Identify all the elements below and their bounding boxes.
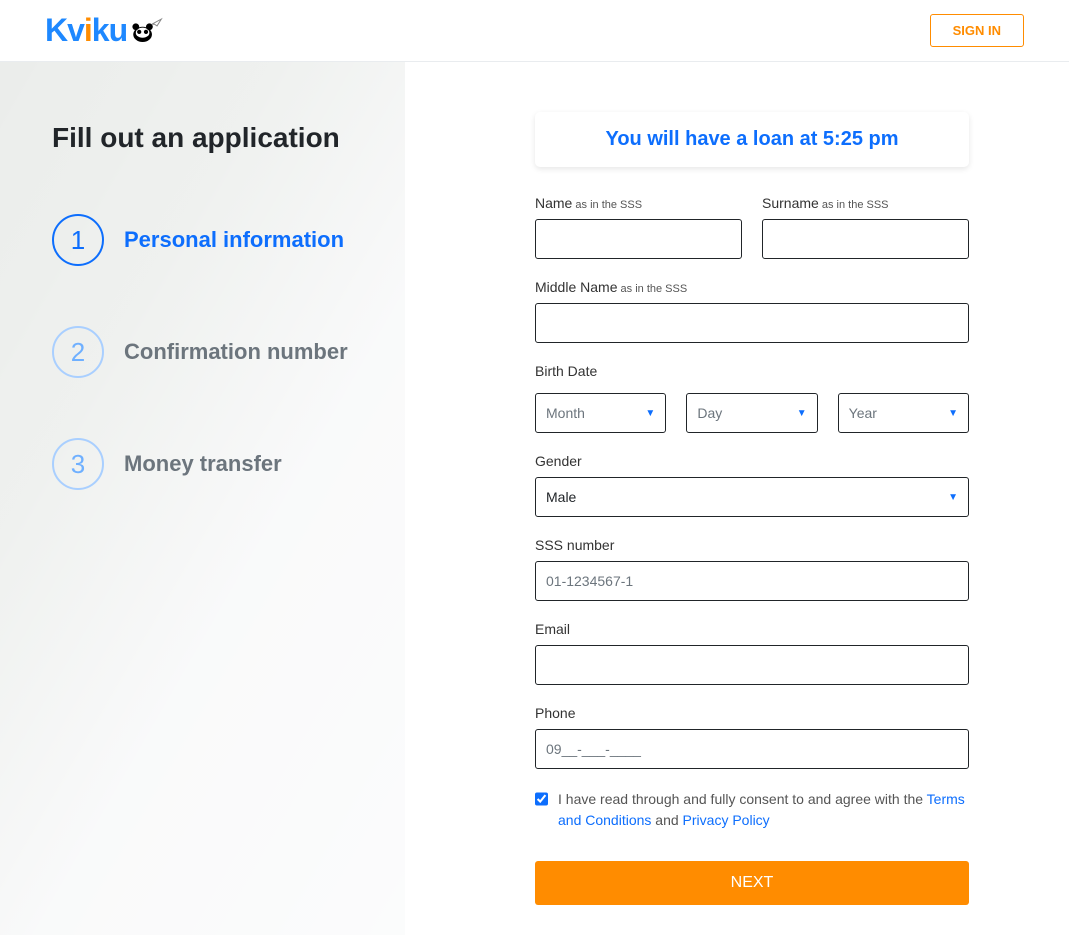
step-number-icon: 2 [52,326,104,378]
gender-label: Gender [535,453,969,469]
loan-time-banner: You will have a loan at 5:25 pm [535,112,969,167]
header: Kviku SIGN IN [0,0,1069,62]
email-input[interactable] [535,645,969,685]
surname-label: Surname as in the SSS [762,195,969,211]
form-area: You will have a loan at 5:25 pm Name as … [405,62,1069,935]
sidebar: Fill out an application 1 Personal infor… [0,62,405,935]
chevron-down-icon: ▼ [645,408,655,419]
step-label: Confirmation number [124,339,348,365]
year-select[interactable]: Year ▼ [838,393,969,433]
consent-checkbox[interactable] [535,791,548,807]
middle-name-input[interactable] [535,303,969,343]
step-personal[interactable]: 1 Personal information [52,214,375,266]
surname-input[interactable] [762,219,969,259]
chevron-down-icon: ▼ [797,408,807,419]
step-label: Personal information [124,227,344,253]
chevron-down-icon: ▼ [948,492,958,503]
phone-input[interactable] [535,729,969,769]
consent-text: I have read through and fully consent to… [558,789,969,831]
name-label: Name as in the SSS [535,195,742,211]
main: Fill out an application 1 Personal infor… [0,62,1069,935]
gender-select[interactable]: Male ▼ [535,477,969,517]
email-label: Email [535,621,969,637]
birth-date-label: Birth Date [535,363,969,379]
sidebar-title: Fill out an application [52,122,375,154]
next-button[interactable]: NEXT [535,861,969,905]
step-transfer[interactable]: 3 Money transfer [52,438,375,490]
logo[interactable]: Kviku [45,12,163,49]
step-label: Money transfer [124,451,282,477]
step-number-icon: 3 [52,438,104,490]
step-confirmation[interactable]: 2 Confirmation number [52,326,375,378]
phone-label: Phone [535,705,969,721]
signin-button[interactable]: SIGN IN [930,14,1024,47]
day-select[interactable]: Day ▼ [686,393,817,433]
logo-text: Kviku [45,12,127,49]
privacy-link[interactable]: Privacy Policy [683,812,770,828]
sss-label: SSS number [535,537,969,553]
sss-input[interactable] [535,561,969,601]
panda-icon [129,17,163,45]
chevron-down-icon: ▼ [948,408,958,419]
name-input[interactable] [535,219,742,259]
month-select[interactable]: Month ▼ [535,393,666,433]
middle-name-label: Middle Name as in the SSS [535,279,969,295]
step-number-icon: 1 [52,214,104,266]
